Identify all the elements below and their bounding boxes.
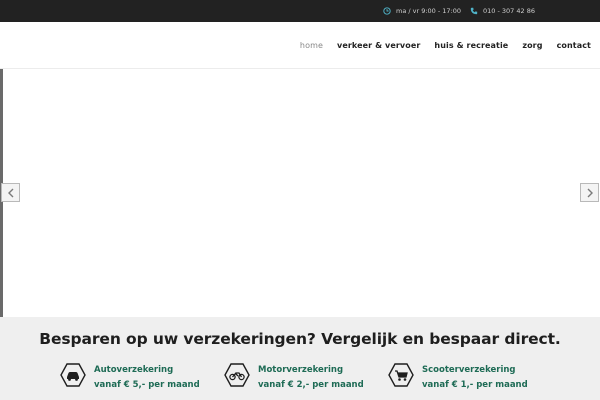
main-navigation: home verkeer & vervoer huis & recreatie … <box>300 22 600 69</box>
clock-icon <box>383 7 391 15</box>
offer-price: vanaf € 1,- per maand <box>422 380 528 390</box>
nav-item-verkeer-vervoer[interactable]: verkeer & vervoer <box>337 41 420 50</box>
site-header: home verkeer & vervoer huis & recreatie … <box>0 22 600 69</box>
phone-number[interactable]: 010 - 307 42 86 <box>470 0 535 22</box>
phone-number-text: 010 - 307 42 86 <box>483 7 535 15</box>
offer-name: Autoverzekering <box>94 365 174 375</box>
opening-hours: ma / vr 9:00 - 17:00 <box>383 0 461 22</box>
phone-icon <box>470 7 478 15</box>
chevron-right-icon <box>587 188 593 197</box>
hero-slider <box>0 69 600 317</box>
nav-item-zorg[interactable]: zorg <box>522 41 542 50</box>
promo-band: Besparen op uw verzekeringen? Vergelijk … <box>0 317 600 400</box>
offer-price: vanaf € 5,- per maand <box>94 380 200 390</box>
promo-heading: Besparen op uw verzekeringen? Vergelijk … <box>39 330 561 348</box>
opening-hours-text: ma / vr 9:00 - 17:00 <box>396 7 462 15</box>
offer-name: Motorverzekering <box>258 365 344 375</box>
motorcycle-icon <box>224 363 250 387</box>
car-icon <box>60 363 86 387</box>
top-bar: ma / vr 9:00 - 17:00 010 - 307 42 86 <box>0 0 600 22</box>
offer-price: vanaf € 2,- per maand <box>258 380 364 390</box>
nav-item-contact[interactable]: contact <box>557 41 591 50</box>
nav-item-home[interactable]: home <box>300 41 323 50</box>
nav-item-huis-recreatie[interactable]: huis & recreatie <box>434 41 508 50</box>
slider-prev-button[interactable] <box>1 183 20 202</box>
chevron-left-icon <box>7 188 13 197</box>
offer-name: Scooterverzekering <box>422 365 516 375</box>
scooter-icon <box>388 363 414 387</box>
slider-next-button[interactable] <box>580 183 599 202</box>
